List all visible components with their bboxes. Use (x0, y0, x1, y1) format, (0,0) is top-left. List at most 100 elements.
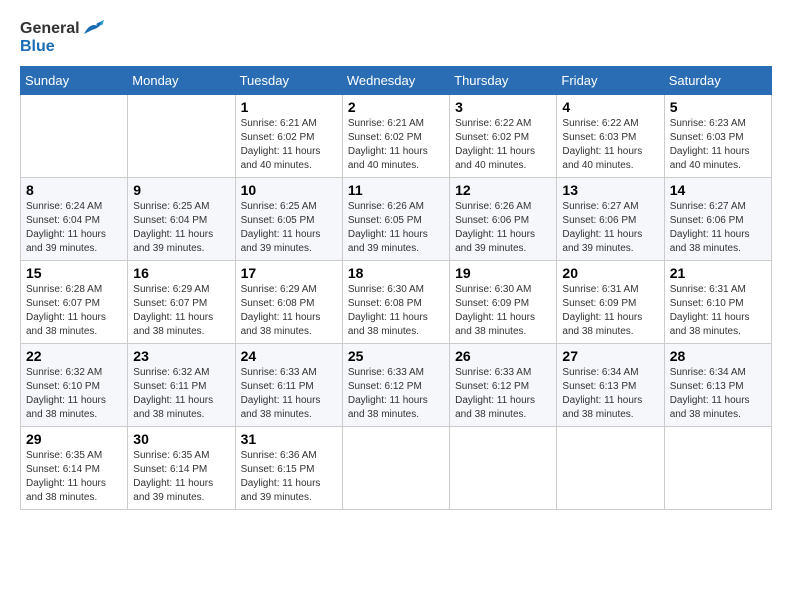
calendar-week-row: 15 Sunrise: 6:28 AMSunset: 6:07 PMDayligh… (21, 260, 772, 343)
day-number: 1 (241, 99, 337, 115)
calendar-week-row: 8Sunrise: 6:24 AMSunset: 6:04 PMDaylight… (21, 177, 772, 260)
day-info: Sunrise: 6:33 AMSunset: 6:12 PMDaylight:… (455, 366, 551, 422)
day-info: Sunrise: 6:35 AMSunset: 6:14 PMDaylight:… (133, 449, 229, 505)
calendar-day-cell: 9 Sunrise: 6:25 AMSunset: 6:04 PMDaylight… (128, 177, 235, 260)
day-info: Sunrise: 6:26 AMSunset: 6:06 PMDaylight:… (455, 200, 551, 256)
calendar-day-cell: 15 Sunrise: 6:28 AMSunset: 6:07 PMDayligh… (21, 260, 128, 343)
weekday-header: Sunday (21, 66, 128, 94)
day-number: 16 (133, 265, 229, 281)
day-info: Sunrise: 6:21 AMSunset: 6:02 PMDaylight:… (241, 117, 337, 173)
day-info: Sunrise: 6:36 AMSunset: 6:15 PMDaylight:… (241, 449, 337, 505)
calendar-day-cell: 31Sunrise: 6:36 AMSunset: 6:15 PMDayligh… (235, 426, 342, 509)
calendar-day-cell: 22 Sunrise: 6:32 AMSunset: 6:10 PMDayligh… (21, 343, 128, 426)
calendar-day-cell: 8Sunrise: 6:24 AMSunset: 6:04 PMDaylight… (21, 177, 128, 260)
weekday-header: Thursday (450, 66, 557, 94)
calendar-day-cell: 17 Sunrise: 6:29 AMSunset: 6:08 PMDayligh… (235, 260, 342, 343)
day-info: Sunrise: 6:28 AMSunset: 6:07 PMDaylight:… (26, 283, 122, 339)
day-info: Sunrise: 6:29 AMSunset: 6:08 PMDaylight:… (241, 283, 337, 339)
logo: General Blue (20, 20, 104, 56)
day-number: 3 (455, 99, 551, 115)
calendar-empty-cell (664, 426, 771, 509)
calendar-day-cell: 30 Sunrise: 6:35 AMSunset: 6:14 PMDayligh… (128, 426, 235, 509)
day-info: Sunrise: 6:35 AMSunset: 6:14 PMDaylight:… (26, 449, 122, 505)
day-info: Sunrise: 6:33 AMSunset: 6:12 PMDaylight:… (348, 366, 444, 422)
day-number: 13 (562, 182, 658, 198)
day-info: Sunrise: 6:31 AMSunset: 6:10 PMDaylight:… (670, 283, 766, 339)
day-number: 12 (455, 182, 551, 198)
day-number: 4 (562, 99, 658, 115)
calendar-empty-cell (342, 426, 449, 509)
day-info: Sunrise: 6:22 AMSunset: 6:03 PMDaylight:… (562, 117, 658, 173)
calendar-empty-cell (557, 426, 664, 509)
calendar-day-cell: 10Sunrise: 6:25 AMSunset: 6:05 PMDayligh… (235, 177, 342, 260)
day-number: 22 (26, 348, 122, 364)
day-info: Sunrise: 6:31 AMSunset: 6:09 PMDaylight:… (562, 283, 658, 339)
calendar-day-cell: 27 Sunrise: 6:34 AMSunset: 6:13 PMDayligh… (557, 343, 664, 426)
day-info: Sunrise: 6:29 AMSunset: 6:07 PMDaylight:… (133, 283, 229, 339)
logo-bird-icon (82, 20, 104, 38)
page-header: General Blue (20, 20, 772, 56)
day-number: 19 (455, 265, 551, 281)
day-info: Sunrise: 6:32 AMSunset: 6:11 PMDaylight:… (133, 366, 229, 422)
calendar-day-cell: 20 Sunrise: 6:31 AMSunset: 6:09 PMDayligh… (557, 260, 664, 343)
calendar-header-row: SundayMondayTuesdayWednesdayThursdayFrid… (21, 66, 772, 94)
day-number: 18 (348, 265, 444, 281)
day-number: 15 (26, 265, 122, 281)
weekday-header: Tuesday (235, 66, 342, 94)
day-info: Sunrise: 6:34 AMSunset: 6:13 PMDaylight:… (670, 366, 766, 422)
calendar-day-cell: 16 Sunrise: 6:29 AMSunset: 6:07 PMDayligh… (128, 260, 235, 343)
day-number: 30 (133, 431, 229, 447)
weekday-header: Monday (128, 66, 235, 94)
weekday-header: Wednesday (342, 66, 449, 94)
day-number: 2 (348, 99, 444, 115)
calendar-day-cell: 19 Sunrise: 6:30 AMSunset: 6:09 PMDayligh… (450, 260, 557, 343)
weekday-header: Friday (557, 66, 664, 94)
day-info: Sunrise: 6:33 AMSunset: 6:11 PMDaylight:… (241, 366, 337, 422)
day-info: Sunrise: 6:26 AMSunset: 6:05 PMDaylight:… (348, 200, 444, 256)
calendar-day-cell: 23 Sunrise: 6:32 AMSunset: 6:11 PMDayligh… (128, 343, 235, 426)
calendar-day-cell: 2 Sunrise: 6:21 AMSunset: 6:02 PMDaylight… (342, 94, 449, 177)
calendar-day-cell: 25 Sunrise: 6:33 AMSunset: 6:12 PMDayligh… (342, 343, 449, 426)
day-info: Sunrise: 6:23 AMSunset: 6:03 PMDaylight:… (670, 117, 766, 173)
day-number: 27 (562, 348, 658, 364)
calendar-day-cell: 1 Sunrise: 6:21 AMSunset: 6:02 PMDaylight… (235, 94, 342, 177)
day-number: 14 (670, 182, 766, 198)
calendar-day-cell: 24 Sunrise: 6:33 AMSunset: 6:11 PMDayligh… (235, 343, 342, 426)
calendar-day-cell: 18Sunrise: 6:30 AMSunset: 6:08 PMDayligh… (342, 260, 449, 343)
day-info: Sunrise: 6:25 AMSunset: 6:04 PMDaylight:… (133, 200, 229, 256)
calendar-day-cell: 12 Sunrise: 6:26 AMSunset: 6:06 PMDayligh… (450, 177, 557, 260)
calendar-week-row: 1 Sunrise: 6:21 AMSunset: 6:02 PMDaylight… (21, 94, 772, 177)
day-info: Sunrise: 6:34 AMSunset: 6:13 PMDaylight:… (562, 366, 658, 422)
calendar-day-cell: 14 Sunrise: 6:27 AMSunset: 6:06 PMDayligh… (664, 177, 771, 260)
day-number: 17 (241, 265, 337, 281)
day-info: Sunrise: 6:30 AMSunset: 6:09 PMDaylight:… (455, 283, 551, 339)
day-number: 9 (133, 182, 229, 198)
day-info: Sunrise: 6:27 AMSunset: 6:06 PMDaylight:… (670, 200, 766, 256)
day-number: 25 (348, 348, 444, 364)
day-info: Sunrise: 6:21 AMSunset: 6:02 PMDaylight:… (348, 117, 444, 173)
calendar-day-cell: 3 Sunrise: 6:22 AMSunset: 6:02 PMDaylight… (450, 94, 557, 177)
day-number: 24 (241, 348, 337, 364)
day-info: Sunrise: 6:22 AMSunset: 6:02 PMDaylight:… (455, 117, 551, 173)
day-number: 26 (455, 348, 551, 364)
calendar-day-cell: 13 Sunrise: 6:27 AMSunset: 6:06 PMDayligh… (557, 177, 664, 260)
calendar-day-cell: 28Sunrise: 6:34 AMSunset: 6:13 PMDayligh… (664, 343, 771, 426)
day-info: Sunrise: 6:24 AMSunset: 6:04 PMDaylight:… (26, 200, 122, 256)
day-number: 23 (133, 348, 229, 364)
calendar-week-row: 29 Sunrise: 6:35 AMSunset: 6:14 PMDayligh… (21, 426, 772, 509)
day-info: Sunrise: 6:32 AMSunset: 6:10 PMDaylight:… (26, 366, 122, 422)
day-number: 20 (562, 265, 658, 281)
day-number: 29 (26, 431, 122, 447)
calendar-empty-cell (21, 94, 128, 177)
calendar-day-cell: 21Sunrise: 6:31 AMSunset: 6:10 PMDayligh… (664, 260, 771, 343)
calendar-day-cell: 11Sunrise: 6:26 AMSunset: 6:05 PMDayligh… (342, 177, 449, 260)
calendar-day-cell: 4 Sunrise: 6:22 AMSunset: 6:03 PMDaylight… (557, 94, 664, 177)
day-info: Sunrise: 6:27 AMSunset: 6:06 PMDaylight:… (562, 200, 658, 256)
calendar-empty-cell (128, 94, 235, 177)
day-number: 10 (241, 182, 337, 198)
calendar-day-cell: 29 Sunrise: 6:35 AMSunset: 6:14 PMDayligh… (21, 426, 128, 509)
calendar-empty-cell (450, 426, 557, 509)
weekday-header: Saturday (664, 66, 771, 94)
day-number: 5 (670, 99, 766, 115)
calendar-day-cell: 26 Sunrise: 6:33 AMSunset: 6:12 PMDayligh… (450, 343, 557, 426)
